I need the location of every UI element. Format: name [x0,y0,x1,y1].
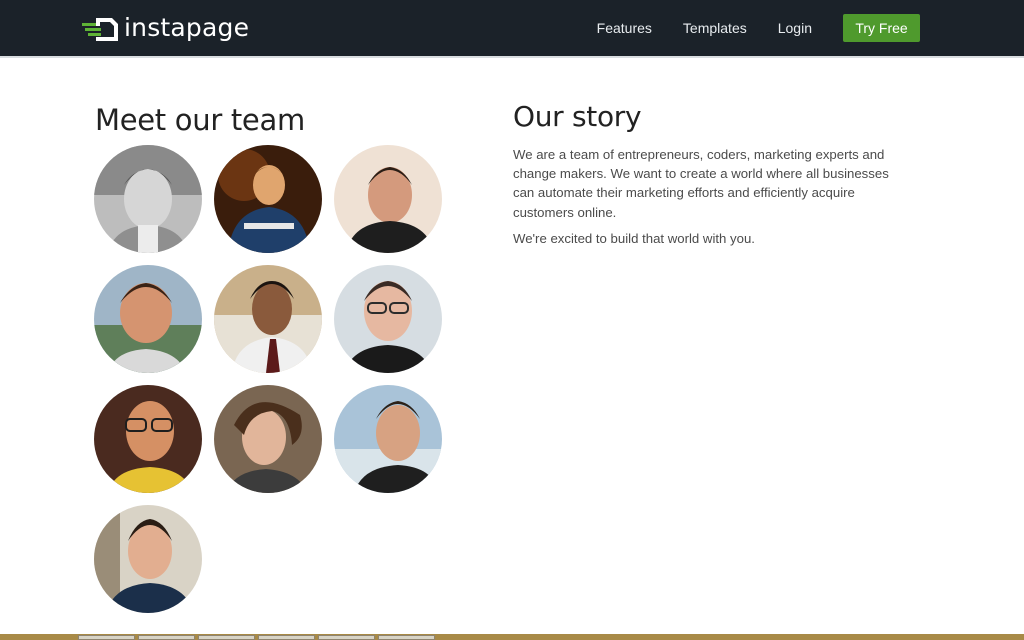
team-member-avatar [334,145,442,253]
team-member-avatar [214,145,322,253]
nav-link-features[interactable]: Features [597,14,652,42]
taskbar-tab [258,635,315,640]
story-heading: Our story [513,100,642,133]
bottom-edge-strip [0,634,1024,640]
team-member-avatar [214,385,322,493]
team-heading: Meet our team [95,103,305,137]
taskbar-tab [318,635,375,640]
nav-link-templates[interactable]: Templates [683,14,747,42]
story-paragraph: We're excited to build that world with y… [513,230,755,246]
team-member-avatar [94,385,202,493]
taskbar-tab [138,635,195,640]
story-paragraph: We are a team of entrepreneurs, coders, … [513,147,889,220]
top-navigation-bar: instapage Features Templates Login Try F… [0,0,1024,58]
our-story-section: Our story We are a team of entrepreneurs… [513,100,903,255]
taskbar-tab [78,635,135,640]
team-member-avatar [94,265,202,373]
nav-link-login[interactable]: Login [778,14,812,42]
main-nav: Features Templates Login Try Free [597,14,920,42]
page: instapage Features Templates Login Try F… [0,0,1024,640]
team-photo-grid [94,145,444,615]
instapage-logo-icon [82,18,118,41]
try-free-button[interactable]: Try Free [843,14,920,42]
team-member-avatar [334,385,442,493]
brand-logo-link[interactable]: instapage [82,12,249,44]
taskbar-tab [378,635,435,640]
team-member-avatar [94,145,202,253]
brand-name: instapage [124,13,250,42]
taskbar-tab [198,635,255,640]
team-member-avatar [214,265,322,373]
team-member-avatar [334,265,442,373]
team-member-avatar [94,505,202,613]
